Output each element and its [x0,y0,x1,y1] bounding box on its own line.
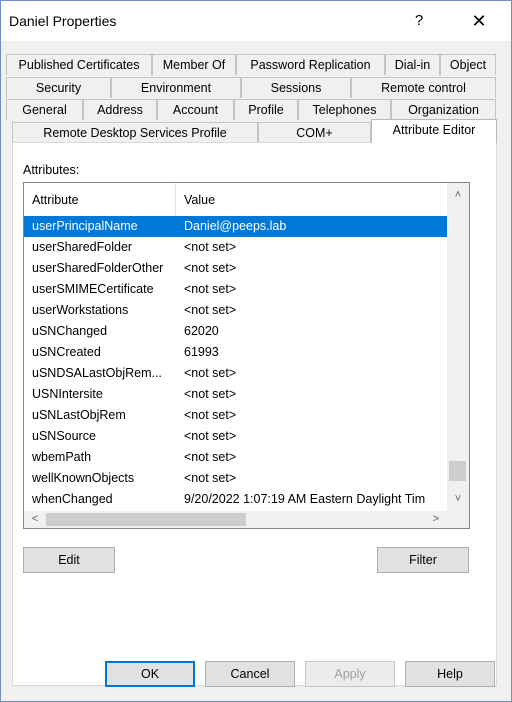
ok-button[interactable]: OK [105,661,195,687]
table-row[interactable]: whenChanged 9/20/2022 1:07:19 AM Eastern … [24,489,447,510]
row-value: <not set> [184,471,237,485]
tab-dial-in[interactable]: Dial-in [385,54,440,75]
row-attribute: uSNDSALastObjRem... [32,366,162,380]
row-attribute: userSharedFolderOther [32,261,164,275]
row-attribute: uSNLastObjRem [32,408,126,422]
table-row[interactable]: uSNSource <not set> [24,426,447,447]
table-row[interactable]: userWorkstations <not set> [24,300,447,321]
tab-profile[interactable]: Profile [234,99,298,120]
table-row[interactable]: uSNDSALastObjRem... <not set> [24,363,447,384]
list-header: Attribute Value [24,183,447,216]
attributes-list[interactable]: Attribute Value userPrincipalName Daniel@… [23,182,470,529]
tab-security[interactable]: Security [6,77,111,98]
tab-sessions[interactable]: Sessions [241,77,351,98]
tab-telephones[interactable]: Telephones [298,99,391,120]
vertical-scroll-thumb[interactable] [449,461,466,481]
row-value: <not set> [184,429,237,443]
table-row[interactable]: userSMIMECertificate <not set> [24,279,447,300]
edit-button[interactable]: Edit [23,547,115,573]
table-row[interactable]: wbemPath <not set> [24,447,447,468]
column-header-attribute[interactable]: Attribute [32,193,79,207]
tab-organization[interactable]: Organization [391,99,496,120]
row-attribute: wellKnownObjects [32,471,135,485]
row-value: <not set> [184,282,237,296]
table-row[interactable]: USNIntersite <not set> [24,384,447,405]
apply-button[interactable]: Apply [305,661,395,687]
row-attribute: uSNCreated [32,345,101,359]
tab-environment[interactable]: Environment [111,77,241,98]
scroll-up-icon[interactable]: ˄ [447,187,469,204]
scroll-left-icon[interactable]: < [24,511,46,528]
row-value: Daniel@peeps.lab [184,219,287,233]
tab-published-certificates[interactable]: Published Certificates [6,54,152,75]
tab-account[interactable]: Account [157,99,234,120]
tab-remote-control[interactable]: Remote control [351,77,496,98]
tab-remote-desktop-services-profile[interactable]: Remote Desktop Services Profile [12,122,258,143]
help-icon[interactable]: ? [399,7,439,35]
row-value: <not set> [184,261,237,275]
row-value: 61993 [184,345,219,359]
tab-member-of[interactable]: Member Of [152,54,236,75]
row-value: <not set> [184,366,237,380]
tab-general[interactable]: General [6,99,83,120]
table-row[interactable]: userPrincipalName Daniel@peeps.lab [24,216,447,237]
row-value: <not set> [184,303,237,317]
scroll-right-icon[interactable]: > [425,511,447,528]
title-bar: Daniel Properties ? ✕ [1,1,511,41]
row-value: 62020 [184,324,219,338]
properties-dialog: Daniel Properties ? ✕ Published Certific… [0,0,512,702]
scrollbar-corner [447,511,469,528]
row-attribute: userSMIMECertificate [32,282,154,296]
filter-button[interactable]: Filter [377,547,469,573]
column-header-value[interactable]: Value [184,193,215,207]
row-attribute: whenChanged [32,492,113,506]
table-row[interactable]: uSNCreated 61993 [24,342,447,363]
cancel-button[interactable]: Cancel [205,661,295,687]
row-value: <not set> [184,240,237,254]
row-attribute: userWorkstations [32,303,129,317]
close-icon[interactable]: ✕ [459,7,499,35]
table-row[interactable]: userSharedFolder <not set> [24,237,447,258]
column-divider[interactable] [175,183,176,216]
row-attribute: wbemPath [32,450,92,464]
horizontal-scroll-thumb[interactable] [46,513,246,526]
horizontal-scrollbar[interactable]: < > [24,511,447,528]
table-row[interactable]: uSNChanged 62020 [24,321,447,342]
row-attribute: uSNChanged [32,324,108,338]
tab-com-plus[interactable]: COM+ [258,122,371,143]
tab-address[interactable]: Address [83,99,157,120]
row-attribute: userSharedFolder [32,240,133,254]
attributes-label: Attributes: [23,163,80,177]
tab-object[interactable]: Object [440,54,496,75]
vertical-scrollbar[interactable]: ˄ ˅ [447,183,469,512]
row-attribute: USNIntersite [32,387,103,401]
window-title: Daniel Properties [9,13,117,29]
row-attribute: userPrincipalName [32,219,138,233]
row-value: <not set> [184,387,237,401]
table-row[interactable]: wellKnownObjects <not set> [24,468,447,489]
help-button[interactable]: Help [405,661,495,687]
row-attribute: uSNSource [32,429,96,443]
row-value: 9/20/2022 1:07:19 AM Eastern Daylight Ti… [184,492,426,506]
tab-attribute-editor[interactable]: Attribute Editor [371,119,497,143]
row-value: <not set> [184,450,237,464]
table-row[interactable]: userSharedFolderOther <not set> [24,258,447,279]
tab-password-replication[interactable]: Password Replication [236,54,385,75]
scroll-down-icon[interactable]: ˅ [447,491,469,508]
table-row[interactable]: uSNLastObjRem <not set> [24,405,447,426]
row-value: <not set> [184,408,237,422]
